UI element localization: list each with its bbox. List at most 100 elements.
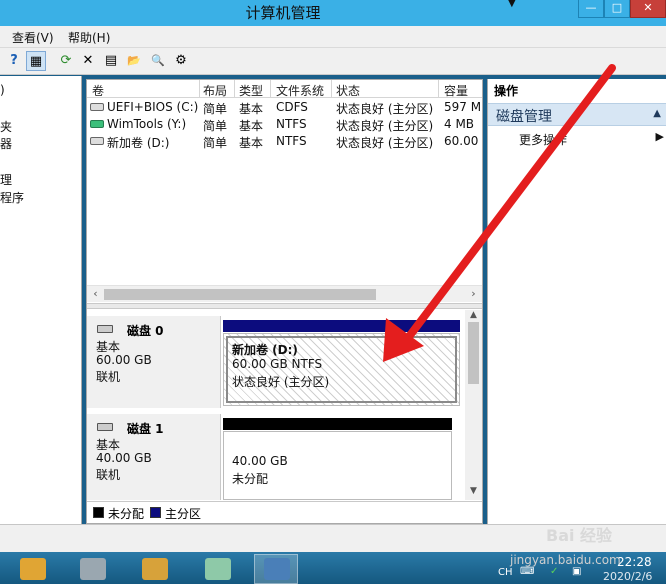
pane-splitter[interactable] (87, 303, 482, 309)
unallocated-bar (223, 418, 452, 430)
volume-status: 状态良好 (主分区) (336, 119, 434, 133)
delete-icon[interactable]: ✕ (78, 51, 98, 71)
hard-disk-icon (97, 423, 113, 431)
volume-capacity: 60.00 (444, 134, 479, 148)
volume-name: UEFI+BIOS (C:) (107, 100, 199, 114)
unallocated-swatch (93, 507, 104, 518)
tree-item[interactable]: ) (0, 83, 5, 97)
vertical-scrollbar[interactable]: ▲ ▼ (465, 310, 482, 500)
volume-layout: 简单 (203, 136, 228, 150)
volume-name: 新加卷 (D:) (107, 136, 170, 150)
help-icon[interactable]: ? (4, 51, 24, 71)
navigation-tree: ) 夹 器 理 程序 (0, 76, 82, 524)
more-actions-link[interactable]: 更多操作 (519, 131, 567, 148)
volume-type: 基本 (239, 136, 264, 150)
open-folder-icon[interactable]: 📂 (124, 51, 144, 71)
disk-management-pane: 卷 布局 类型 文件系统 状态 容量 UEFI+BIOS (C:) 简单 基本 … (86, 79, 483, 524)
disk-name: 磁盘 1 (127, 422, 164, 436)
disk-name: 磁盘 0 (127, 324, 164, 338)
tree-item[interactable]: 夹 (0, 118, 12, 135)
tree-item-disk-management[interactable]: 理 (0, 171, 12, 188)
taskbar-active-computer-management[interactable] (254, 554, 298, 584)
primary-partition-bar (223, 320, 460, 332)
legend-primary: 主分区 (165, 507, 202, 521)
volume-name: WimTools (Y:) (107, 117, 187, 131)
window-title: 计算机管理 (245, 4, 321, 22)
partition-d[interactable]: 新加卷 (D:) 60.00 GB NTFS 状态良好 (主分区) (223, 333, 460, 406)
taskbar-notepad-icon[interactable] (205, 558, 231, 580)
panel-icon[interactable]: ▦ (26, 51, 46, 71)
watermark-url: jingyan.baidu.com (510, 553, 621, 567)
volume-filesystem: NTFS (276, 117, 307, 131)
scroll-up-icon[interactable]: ▲ (465, 310, 482, 320)
scrollbar-thumb[interactable] (468, 322, 479, 384)
maximize-button[interactable]: □ (604, 0, 630, 18)
scroll-left-icon[interactable]: ‹ (88, 287, 103, 300)
legend: 未分配 主分区 (87, 501, 482, 523)
unallocated-status: 未分配 (232, 472, 269, 486)
column-layout[interactable]: 布局 (203, 82, 227, 99)
collapse-up-icon[interactable]: ▲ (653, 108, 661, 119)
volume-capacity: 597 M (444, 100, 482, 114)
disk-graphical-view: 磁盘 0 基本 60.00 GB 联机 新加卷 (D:) 60.00 GB NT… (87, 310, 482, 500)
actions-title: 操作 (494, 84, 519, 98)
tree-item[interactable]: 程序 (0, 189, 24, 206)
column-volume[interactable]: 卷 (92, 82, 104, 99)
minimize-button[interactable]: — (578, 0, 604, 18)
actions-section-disk-management[interactable]: 磁盘管理 ▲ (488, 103, 666, 126)
disk-size: 40.00 GB (96, 451, 152, 465)
taskbar-tools-icon[interactable] (142, 558, 168, 580)
maximize-icon: □ (611, 1, 623, 14)
disk-state: 联机 (96, 370, 121, 384)
watermark-brand: Bai 经验 (546, 526, 613, 545)
volume-layout: 简单 (203, 102, 228, 116)
taskbar-drive-icon[interactable] (80, 558, 106, 580)
volume-layout: 简单 (203, 119, 228, 133)
horizontal-scrollbar[interactable]: ‹ › (87, 285, 482, 302)
menu-help[interactable]: 帮助(H) (68, 29, 110, 46)
settings-icon[interactable]: ⚙ (171, 51, 191, 71)
minimize-icon: — (585, 1, 597, 14)
tree-item[interactable]: 器 (0, 135, 12, 152)
computer-management-icon (264, 558, 290, 580)
scroll-right-icon[interactable]: › (466, 287, 481, 300)
partition-selection: 新加卷 (D:) 60.00 GB NTFS 状态良好 (主分区) (226, 336, 457, 403)
volume-status: 状态良好 (主分区) (336, 102, 434, 116)
volume-row[interactable]: WimTools (Y:) 简单 基本 NTFS 状态良好 (主分区) 4 MB (87, 116, 482, 133)
menu-view[interactable]: 查看(V) (12, 29, 54, 46)
volume-filesystem: NTFS (276, 134, 307, 148)
volume-list-header: 卷 布局 类型 文件系统 状态 容量 (87, 80, 482, 98)
volume-row[interactable]: 新加卷 (D:) 简单 基本 NTFS 状态良好 (主分区) 60.00 (87, 133, 482, 150)
refresh-icon[interactable]: ⟳ (56, 51, 76, 71)
unallocated-space[interactable]: 40.00 GB 未分配 (223, 431, 452, 500)
toolbar: ? ▦ ⟳ ✕ ▤ 📂 🔍 ⚙ (0, 48, 666, 75)
actions-section-label: 磁盘管理 (496, 109, 552, 125)
drive-icon (90, 120, 104, 128)
partition-title: 新加卷 (D:) (232, 343, 298, 357)
volume-type: 基本 (239, 102, 264, 116)
close-button[interactable]: ✕ (630, 0, 666, 18)
properties-icon[interactable]: ▤ (101, 51, 121, 71)
search-icon[interactable]: 🔍 (148, 51, 168, 71)
menu-bar: 查看(V) 帮助(H) (0, 26, 666, 48)
disk-1-label[interactable]: 磁盘 1 基本 40.00 GB 联机 (87, 414, 221, 500)
volume-filesystem: CDFS (276, 100, 308, 114)
column-type[interactable]: 类型 (239, 82, 263, 99)
drive-icon (90, 137, 104, 145)
title-bar: ▼ 计算机管理 — □ ✕ (0, 0, 666, 26)
column-capacity[interactable]: 容量 (444, 82, 468, 99)
submenu-arrow-icon: ▶ (655, 130, 664, 143)
volume-row[interactable]: UEFI+BIOS (C:) 简单 基本 CDFS 状态良好 (主分区) 597… (87, 99, 482, 116)
disk-0-label[interactable]: 磁盘 0 基本 60.00 GB 联机 (87, 316, 221, 408)
legend-unallocated: 未分配 (108, 507, 145, 521)
scrollbar-thumb[interactable] (104, 289, 376, 300)
disk-size: 60.00 GB (96, 353, 152, 367)
hard-disk-icon (97, 325, 113, 333)
column-status[interactable]: 状态 (336, 82, 360, 99)
drive-icon (90, 103, 104, 111)
scroll-down-icon[interactable]: ▼ (465, 486, 482, 496)
disk-state: 联机 (96, 468, 121, 482)
taskbar-app-icon[interactable] (20, 558, 46, 580)
column-filesystem[interactable]: 文件系统 (276, 82, 324, 99)
unallocated-size: 40.00 GB (232, 454, 288, 468)
